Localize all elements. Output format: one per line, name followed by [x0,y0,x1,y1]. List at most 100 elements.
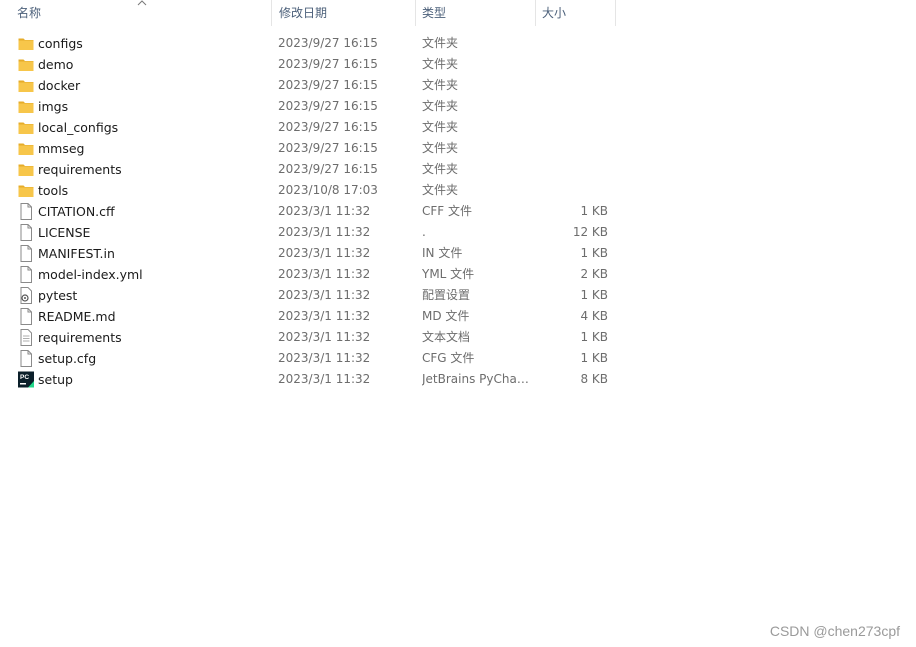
folder-icon [17,98,35,115]
file-name: local_configs [38,120,119,135]
file-size: 1 KB [580,204,608,218]
file-modified-date: 2023/9/27 16:15 [278,78,378,92]
file-modified-date: 2023/9/27 16:15 [278,99,378,113]
file-modified-date: 2023/3/1 11:32 [278,204,371,218]
file-name: configs [38,36,83,51]
file-size: 2 KB [580,267,608,281]
file-type: 文件夹 [422,36,459,50]
file-name: setup [38,372,73,387]
file-type: 文件夹 [422,183,459,197]
file-type: 文件夹 [422,78,459,92]
file-type: 配置设置 [422,288,471,302]
file-icon [17,224,35,241]
file-type: YML 文件 [422,267,475,281]
folder-icon [17,77,35,94]
file-modified-date: 2023/9/27 16:15 [278,57,378,71]
file-modified-date: 2023/3/1 11:32 [278,246,371,260]
file-size: 4 KB [580,309,608,323]
column-header-date[interactable]: 修改日期 [271,0,415,26]
file-modified-date: 2023/9/27 16:15 [278,162,378,176]
file-type: JetBrains PyChar... [422,372,532,386]
file-name: README.md [38,309,116,324]
text-file-icon [17,329,35,346]
file-size: 1 KB [580,246,608,260]
file-icon [17,266,35,283]
file-name: requirements [38,162,122,177]
file-row[interactable]: setup.cfg 2023/3/1 11:32 CFG 文件 1 KB [0,348,616,369]
file-row[interactable]: demo 2023/9/27 16:15 文件夹 [0,54,616,75]
file-row[interactable]: requirements 2023/3/1 11:32 文本文档 1 KB [0,327,616,348]
file-modified-date: 2023/3/1 11:32 [278,330,371,344]
file-size: 8 KB [580,372,608,386]
file-modified-date: 2023/3/1 11:32 [278,288,371,302]
file-type: MD 文件 [422,309,470,323]
folder-icon [17,56,35,73]
file-size [540,138,608,159]
file-row[interactable]: docker 2023/9/27 16:15 文件夹 [0,75,616,96]
file-name: tools [38,183,69,198]
file-size [540,54,608,75]
file-size [540,75,608,96]
file-row[interactable]: tools 2023/10/8 17:03 文件夹 [0,180,616,201]
file-row[interactable]: MANIFEST.in 2023/3/1 11:32 IN 文件 1 KB [0,243,616,264]
file-icon [17,308,35,325]
file-type: 文件夹 [422,162,459,176]
file-type: CFG 文件 [422,351,475,365]
file-name: model-index.yml [38,267,143,282]
svg-text:PC: PC [20,374,29,381]
file-name: LICENSE [38,225,91,240]
file-type: 文件夹 [422,141,459,155]
file-type: IN 文件 [422,246,463,260]
file-modified-date: 2023/3/1 11:32 [278,267,371,281]
file-name: MANIFEST.in [38,246,115,261]
file-modified-date: 2023/3/1 11:32 [278,372,371,386]
file-name: demo [38,57,74,72]
folder-icon [17,182,35,199]
file-row[interactable]: PC setup 2023/3/1 11:32 JetBrains PyChar...… [0,369,616,390]
sort-ascending-icon [137,0,147,6]
file-name: requirements [38,330,122,345]
file-modified-date: 2023/9/27 16:15 [278,36,378,50]
pycharm-icon: PC [17,371,35,388]
file-name: CITATION.cff [38,204,115,219]
watermark: CSDN @chen273cpf [769,623,900,639]
file-size [540,180,608,201]
folder-icon [17,119,35,136]
file-row[interactable]: pytest 2023/3/1 11:32 配置设置 1 KB [0,285,616,306]
column-header-type[interactable]: 类型 [415,0,535,26]
folder-icon [17,35,35,52]
file-modified-date: 2023/9/27 16:15 [278,141,378,155]
file-row[interactable]: local_configs 2023/9/27 16:15 文件夹 [0,117,616,138]
file-type: 文本文档 [422,330,471,344]
file-name: imgs [38,99,69,114]
file-row[interactable]: model-index.yml 2023/3/1 11:32 YML 文件 2 KB [0,264,616,285]
file-name: mmseg [38,141,85,156]
file-type: 文件夹 [422,120,459,134]
file-name: setup.cfg [38,351,97,366]
file-modified-date: 2023/9/27 16:15 [278,120,378,134]
file-row[interactable]: imgs 2023/9/27 16:15 文件夹 [0,96,616,117]
file-type: 文件夹 [422,99,459,113]
file-size: 1 KB [580,351,608,365]
file-row[interactable]: configs 2023/9/27 16:15 文件夹 [0,33,616,54]
file-name: docker [38,78,81,93]
file-icon [17,203,35,220]
file-row[interactable]: LICENSE 2023/3/1 11:32. 12 KB [0,222,616,243]
file-icon [17,350,35,367]
file-row[interactable]: mmseg 2023/9/27 16:15 文件夹 [0,138,616,159]
file-row[interactable]: README.md 2023/3/1 11:32 MD 文件 4 KB [0,306,616,327]
file-name: pytest [38,288,78,303]
file-row[interactable]: CITATION.cff 2023/3/1 11:32 CFF 文件 1 KB [0,201,616,222]
file-size [540,117,608,138]
file-type: . [422,225,426,239]
file-size [540,159,608,180]
file-explorer: 名称 修改日期 类型 大小 configs 2023/9/27 16:15 文件夹 d… [0,0,916,647]
file-size [540,33,608,54]
column-header-size[interactable]: 大小 [535,0,616,26]
file-row[interactable]: requirements 2023/9/27 16:15 文件夹 [0,159,616,180]
file-type: CFF 文件 [422,204,472,218]
folder-icon [17,140,35,157]
folder-icon [17,161,35,178]
file-size: 1 KB [580,288,608,302]
file-modified-date: 2023/3/1 11:32 [278,225,371,239]
